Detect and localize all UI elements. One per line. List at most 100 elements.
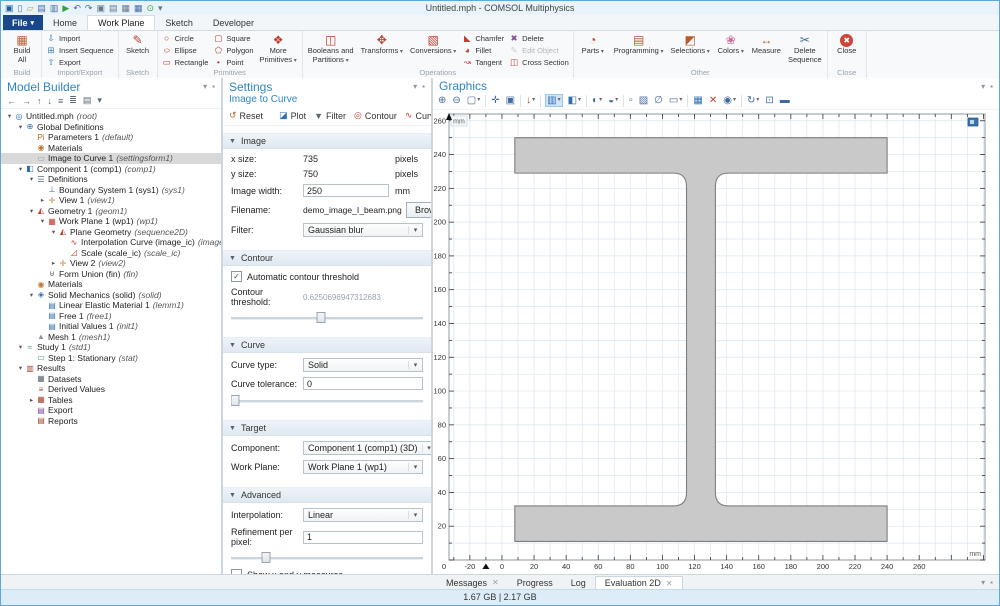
ribbon-button-circle[interactable]: ○ Circle (162, 33, 209, 44)
graphics-canvas[interactable]: -20 0 20 40 60 80 100 120 140 160 180 200 220 240 260 2… (433, 110, 999, 574)
tree-expander-icon[interactable]: ▾ (5, 112, 14, 120)
section-header-curve[interactable]: ▼ Curve (223, 337, 431, 353)
section-header-image[interactable]: ▼ Image (223, 133, 431, 149)
ribbon-button-polygon[interactable]: ⬠ Polygon (213, 45, 254, 56)
tree-item-linear-elastic-material-1[interactable]: ▤ Linear Elastic Material 1 (lemm1) (1, 300, 221, 311)
run-icon[interactable]: ▶ (62, 2, 69, 15)
qat-overflow-icon[interactable]: ▾ (158, 2, 163, 15)
ribbon-tab-work-plane[interactable]: Work Plane (87, 15, 156, 30)
ribbon-button-tangent[interactable]: ↝ Tangent (462, 57, 504, 68)
tree-item-image-to-curve-1[interactable]: ▭ Image to Curve 1 (settingsform1) (1, 153, 221, 164)
settings-toolbar-plot[interactable]: ◪ Plot (279, 110, 306, 121)
tree-item-definitions[interactable]: ▾ ☰ Definitions (1, 174, 221, 185)
slider[interactable] (231, 312, 423, 324)
remove-plot-icon[interactable]: ✕ (708, 94, 718, 107)
tree-item-boundary-system-1-sys1[interactable]: ⊥ Boundary System 1 (sys1) (sys1) (1, 185, 221, 196)
slider-thumb[interactable] (231, 395, 240, 406)
tree-item-study-1[interactable]: ▾ ≈ Study 1 (std1) (1, 342, 221, 353)
ribbon-button-parts[interactable]: ◔ Parts ▾ (577, 32, 609, 68)
chevron-down-icon[interactable]: ▾ (981, 578, 985, 587)
tree-item-view-1[interactable]: ▸ ✛ View 1 (view1) (1, 195, 221, 206)
toolbar-overflow-icon[interactable]: ▾ (97, 95, 102, 106)
ribbon-button-selections[interactable]: ◩ Selections ▾ (668, 32, 711, 68)
reset-view-icon[interactable]: ↻ ▾ (746, 94, 760, 107)
bottom-tab-log[interactable]: Log (562, 575, 595, 590)
select-filter[interactable]: Gaussian blur ▾ (303, 223, 423, 237)
move-down-icon[interactable]: ↓ (48, 96, 53, 106)
copy-icon[interactable]: ▣ (96, 2, 105, 15)
close-icon[interactable]: ✕ (666, 579, 673, 588)
tree-item-view-2[interactable]: ▸ ✛ View 2 (view2) (1, 258, 221, 269)
ribbon-tab-developer[interactable]: Developer (203, 15, 264, 30)
ribbon-button-build-all[interactable]: ▦ Build All (6, 32, 38, 68)
environment-icon[interactable]: ◒ ▾ (607, 94, 619, 107)
chevron-down-icon[interactable]: ▾ (203, 82, 207, 91)
table-icon[interactable]: ▦ (134, 2, 143, 15)
tree-expander-icon[interactable]: ▾ (27, 207, 36, 215)
hide-objects-icon[interactable]: ∅ (653, 94, 664, 107)
tree-item-parameters-1[interactable]: Pi Parameters 1 (default) (1, 132, 221, 143)
ribbon-button-close[interactable]: ✖ Close (831, 32, 863, 68)
tree-item-materials[interactable]: ◉ Materials (1, 143, 221, 154)
select-box-icon[interactable]: ▫ (628, 94, 634, 107)
snapshot-icon[interactable]: ⊡ (764, 94, 774, 107)
tree-expander-icon[interactable]: ▾ (49, 228, 58, 236)
ribbon-button-chamfer[interactable]: ◣ Chamfer (462, 33, 504, 44)
zoom-in-icon[interactable]: ⊕ (437, 94, 447, 107)
bottom-tab-messages[interactable]: Messages ✕ (437, 575, 508, 590)
tree-item-work-plane-1-wp1[interactable]: ▾ ▦ Work Plane 1 (wp1) (wp1) (1, 216, 221, 227)
bottom-tab-evaluation-2d[interactable]: Evaluation 2D ✕ (594, 576, 683, 590)
ribbon-button-fillet[interactable]: ◕ Fillet (462, 45, 504, 56)
ribbon-button-import[interactable]: ⇩ Import (46, 33, 114, 44)
tree-item-datasets[interactable]: ▦ Datasets (1, 374, 221, 385)
scene-light-icon[interactable]: ◐ ▾ (591, 94, 603, 107)
tree-item-plane-geometry[interactable]: ▾ ◭ Plane Geometry (sequence2D) (1, 227, 221, 238)
slider-thumb[interactable] (261, 552, 271, 563)
text-input-refinement-per-pixel[interactable]: 1 (303, 530, 423, 544)
geometry-plot[interactable]: -20 0 20 40 60 80 100 120 140 160 180 200 220 240 2602… (433, 110, 997, 574)
tree-item-derived-values[interactable]: ≡ Derived Values (1, 384, 221, 395)
tree-item-materials[interactable]: ◉ Materials (1, 279, 221, 290)
tree-item-untitled-mph[interactable]: ▾ ◎ Untitled.mph (root) (1, 111, 221, 122)
back-icon[interactable]: ← (7, 96, 16, 106)
ribbon-button-rectangle[interactable]: ▭ Rectangle (162, 57, 209, 68)
tree-item-mesh-1[interactable]: ▲ Mesh 1 (mesh1) (1, 332, 221, 343)
new-file-icon[interactable]: ▯ (18, 2, 23, 15)
section-header-contour[interactable]: ▼ Contour (223, 250, 431, 266)
browse-button[interactable]: Browse... (405, 202, 431, 218)
settings-toolbar-contour[interactable]: ◎ Contour (354, 110, 397, 121)
pin-icon[interactable]: ▪ (422, 82, 425, 91)
zoom-select-icon[interactable]: ⊙ (147, 2, 155, 15)
duplicate-icon[interactable]: ▦ (121, 2, 130, 15)
ribbon-button-square[interactable]: ▢ Square (213, 33, 253, 44)
ribbon-tab-sketch[interactable]: Sketch (155, 15, 203, 30)
lock-view-icon[interactable]: ▬ (779, 94, 791, 107)
transparency-icon[interactable]: ▨ (638, 94, 649, 107)
checkbox-automatic-contour-threshold[interactable]: ✓ (231, 271, 242, 282)
slider[interactable] (231, 552, 423, 564)
tree-item-reports[interactable]: ▤ Reports (1, 416, 221, 427)
ribbon-button-export[interactable]: ⇧ Export (46, 57, 114, 68)
ribbon-button-delete-sequence[interactable]: ✂ Delete Sequence (786, 32, 824, 68)
section-header-advanced[interactable]: ▼ Advanced (223, 487, 431, 503)
ribbon-tab-home[interactable]: Home (43, 15, 87, 30)
tree-expander-icon[interactable]: ▾ (27, 291, 36, 299)
tree-item-form-union-fin[interactable]: ⊎ Form Union (fin) (fin) (1, 269, 221, 280)
settings-toolbar-filter[interactable]: ▼ Filter (314, 111, 346, 121)
paste-icon[interactable]: ▤ (109, 2, 118, 15)
tree-expander-icon[interactable]: ▸ (38, 196, 47, 204)
slider-thumb[interactable] (316, 312, 326, 323)
zoom-extents-icon[interactable]: ▢ ▾ (466, 94, 481, 107)
ribbon-button-booleans-and-partitions[interactable]: ◫ Booleans and Partitions ▾ (306, 32, 356, 68)
tree-item-export[interactable]: ▤ Export (1, 405, 221, 416)
tree-item-scale-scale-ic[interactable]: ◿ Scale (scale_ic) (scale_ic) (1, 248, 221, 259)
tree-item-solid-mechanics-solid[interactable]: ▾ ◈ Solid Mechanics (solid) (solid) (1, 290, 221, 301)
surface-rendering-icon[interactable]: ◧ ▾ (567, 94, 582, 107)
file-menu-button[interactable]: File ▾ (3, 15, 44, 30)
screenshot-icon[interactable]: ▭ ▾ (668, 94, 683, 107)
tree-item-component-1-comp1[interactable]: ▾ ◧ Component 1 (comp1) (comp1) (1, 164, 221, 175)
player-icon[interactable]: ◉ ▾ (722, 94, 737, 107)
tree-expander-icon[interactable]: ▾ (16, 364, 25, 372)
tree-expander-icon[interactable]: ▾ (16, 343, 25, 351)
pin-icon[interactable]: ▪ (990, 82, 993, 91)
